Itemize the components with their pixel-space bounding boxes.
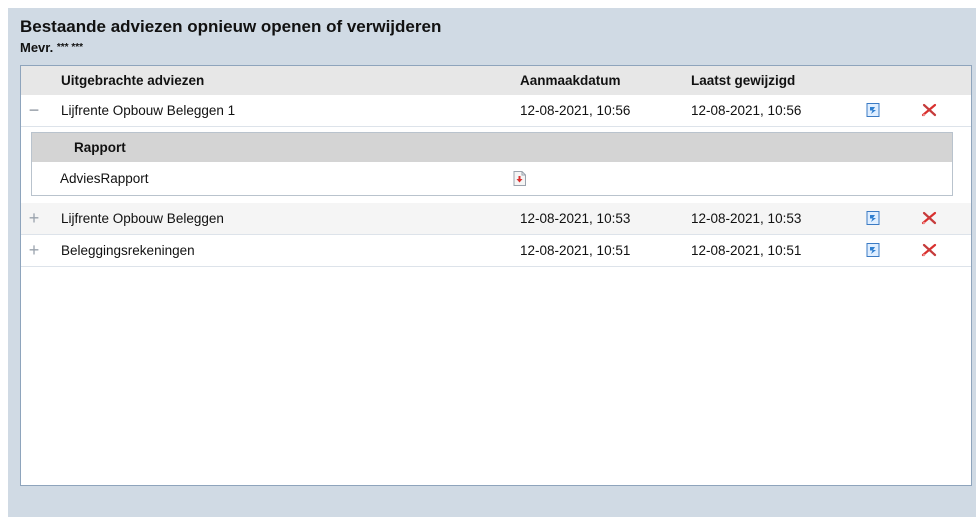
table-row[interactable]: − Lijfrente Opbouw Beleggen 1 12-08-2021…: [21, 95, 971, 127]
modified-date: 12-08-2021, 10:56: [691, 103, 802, 118]
column-header-modified[interactable]: Laatst gewijzigd: [691, 73, 795, 88]
column-header-created[interactable]: Aanmaakdatum: [520, 73, 621, 88]
table-row[interactable]: + Beleggingsrekeningen 12-08-2021, 10:51…: [21, 235, 971, 267]
delete-x-icon[interactable]: [921, 243, 937, 257]
client-name-masked: *** ***: [56, 42, 84, 53]
modified-date: 12-08-2021, 10:53: [691, 211, 802, 226]
modified-date: 12-08-2021, 10:51: [691, 243, 802, 258]
table-header: Uitgebrachte adviezen Aanmaakdatum Laats…: [21, 66, 971, 95]
collapse-toggle[interactable]: −: [27, 101, 41, 119]
subtable-header: Rapport: [32, 133, 952, 162]
advice-table: Uitgebrachte adviezen Aanmaakdatum Laats…: [20, 65, 972, 486]
table-row[interactable]: + Lijfrente Opbouw Beleggen 12-08-2021, …: [21, 203, 971, 235]
report-name: AdviesRapport: [60, 171, 149, 186]
column-header-name[interactable]: Uitgebrachte adviezen: [61, 73, 204, 88]
page-title: Bestaande adviezen opnieuw openen of ver…: [20, 17, 442, 36]
created-date: 12-08-2021, 10:51: [520, 243, 631, 258]
report-subtable: Rapport AdviesRapport: [31, 132, 953, 196]
client-name: Mevr. *** ***: [20, 40, 83, 55]
open-document-icon[interactable]: [866, 243, 880, 257]
open-document-icon[interactable]: [866, 211, 880, 225]
advice-name: Lijfrente Opbouw Beleggen: [61, 211, 224, 226]
created-date: 12-08-2021, 10:53: [520, 211, 631, 226]
client-prefix: Mevr.: [20, 40, 54, 55]
open-document-icon[interactable]: [866, 103, 880, 117]
advice-name: Lijfrente Opbouw Beleggen 1: [61, 103, 236, 118]
advice-name: Beleggingsrekeningen: [61, 243, 195, 258]
expand-toggle[interactable]: +: [27, 209, 41, 227]
pdf-download-icon[interactable]: [513, 171, 526, 186]
subtable-header-label: Rapport: [74, 140, 126, 155]
created-date: 12-08-2021, 10:56: [520, 103, 631, 118]
delete-x-icon[interactable]: [921, 103, 937, 117]
expand-toggle[interactable]: +: [27, 241, 41, 259]
list-item[interactable]: AdviesRapport: [32, 162, 952, 195]
delete-x-icon[interactable]: [921, 211, 937, 225]
page-frame: Bestaande adviezen opnieuw openen of ver…: [8, 8, 976, 517]
